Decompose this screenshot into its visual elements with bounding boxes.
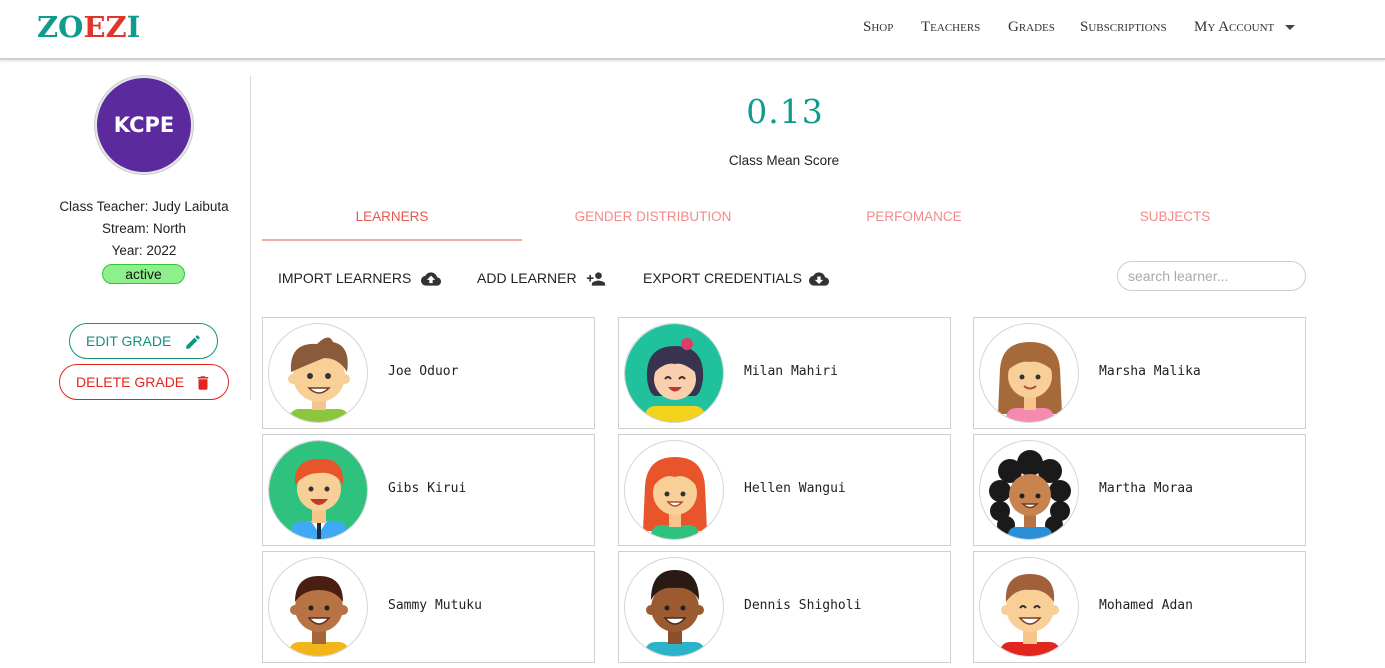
person-add-icon [586, 272, 606, 286]
add-learner-button[interactable]: ADD LEARNER [477, 270, 606, 286]
learner-name: Martha Moraa [1099, 481, 1193, 496]
logo-part-3: I [126, 10, 141, 44]
search-learner-input[interactable] [1117, 261, 1306, 291]
class-teacher: Class Teacher: Judy Laibuta [59, 199, 229, 214]
nav-my-account[interactable]: My Account [1194, 19, 1274, 36]
learner-name: Joe Oduor [388, 364, 459, 379]
boy-light-brown-hair-icon [979, 557, 1079, 657]
export-credentials-button[interactable]: EXPORT CREDENTIALS [643, 270, 829, 286]
boy-red-hair-green-bg-icon [268, 440, 368, 540]
learner-name: Gibs Kirui [388, 481, 467, 496]
status-badge: active [102, 264, 185, 284]
learner-name: Sammy Mutuku [388, 598, 482, 613]
import-learners-button[interactable]: IMPORT LEARNERS [278, 270, 441, 286]
top-navbar: ZOEZI Shop Teachers Grades Subscriptions… [0, 0, 1385, 60]
learner-card[interactable]: Gibs Kirui [262, 434, 595, 546]
learner-card[interactable]: Mohamed Adan [973, 551, 1306, 663]
nav-shop[interactable]: Shop [863, 19, 893, 36]
girl-curly-hair-icon [979, 440, 1079, 540]
active-tab-indicator [262, 239, 522, 241]
class-mean-score: 0.13 [746, 92, 824, 131]
cloud-download-icon [809, 272, 829, 286]
nav-teachers[interactable]: Teachers [921, 19, 980, 36]
import-learners-label: IMPORT LEARNERS [278, 270, 412, 286]
learner-card[interactable]: Sammy Mutuku [262, 551, 595, 663]
learner-card[interactable]: Martha Moraa [973, 434, 1306, 546]
nav-grades[interactable]: Grades [1008, 19, 1055, 36]
grade-badge-label: KCPE [113, 113, 175, 137]
girl-orange-hair-icon [624, 440, 724, 540]
add-learner-label: ADD LEARNER [477, 270, 577, 286]
class-mean-score-label: Class Mean Score [728, 153, 840, 168]
cloud-upload-icon [421, 272, 441, 286]
tab-subjects[interactable]: SUBJECTS [1045, 209, 1305, 224]
edit-grade-label: EDIT GRADE [86, 333, 172, 349]
zoezi-logo[interactable]: ZOEZI [37, 10, 140, 44]
boy-brown-hair-icon [268, 323, 368, 423]
delete-grade-label: DELETE GRADE [76, 374, 185, 390]
learner-name: Milan Mahiri [744, 364, 838, 379]
edit-grade-button[interactable]: EDIT GRADE [69, 323, 218, 359]
girl-brown-hair-icon [979, 323, 1079, 423]
pencil-icon [186, 335, 200, 349]
learner-card[interactable]: Joe Oduor [262, 317, 595, 429]
logo-part-1: ZO [37, 10, 84, 44]
learner-card[interactable]: Marsha Malika [973, 317, 1306, 429]
trash-icon [197, 376, 209, 390]
learner-name: Dennis Shigholi [744, 598, 862, 613]
logo-part-2: EZ [83, 10, 127, 44]
learner-name: Hellen Wangui [744, 481, 846, 496]
learner-card[interactable]: Hellen Wangui [618, 434, 951, 546]
panel-divider [250, 76, 251, 400]
boy-dark-hair-icon [624, 557, 724, 657]
tab-performance[interactable]: PERFOMANCE [784, 209, 1044, 224]
export-credentials-label: EXPORT CREDENTIALS [643, 270, 802, 286]
learner-name: Mohamed Adan [1099, 598, 1193, 613]
learner-name: Marsha Malika [1099, 364, 1201, 379]
nav-subscriptions[interactable]: Subscriptions [1080, 19, 1167, 36]
delete-grade-button[interactable]: DELETE GRADE [59, 364, 229, 400]
girl-dark-hair-teal-bg-icon [624, 323, 724, 423]
chevron-down-icon[interactable] [1285, 25, 1295, 30]
tab-learners[interactable]: LEARNERS [262, 209, 522, 224]
year: Year: 2022 [111, 243, 177, 258]
boy-dark-skin-icon [268, 557, 368, 657]
learner-card[interactable]: Dennis Shigholi [618, 551, 951, 663]
learner-card[interactable]: Milan Mahiri [618, 317, 951, 429]
stream: Stream: North [101, 221, 187, 236]
grade-badge: KCPE [95, 76, 193, 174]
tab-gender-distribution[interactable]: GENDER DISTRIBUTION [523, 209, 783, 224]
